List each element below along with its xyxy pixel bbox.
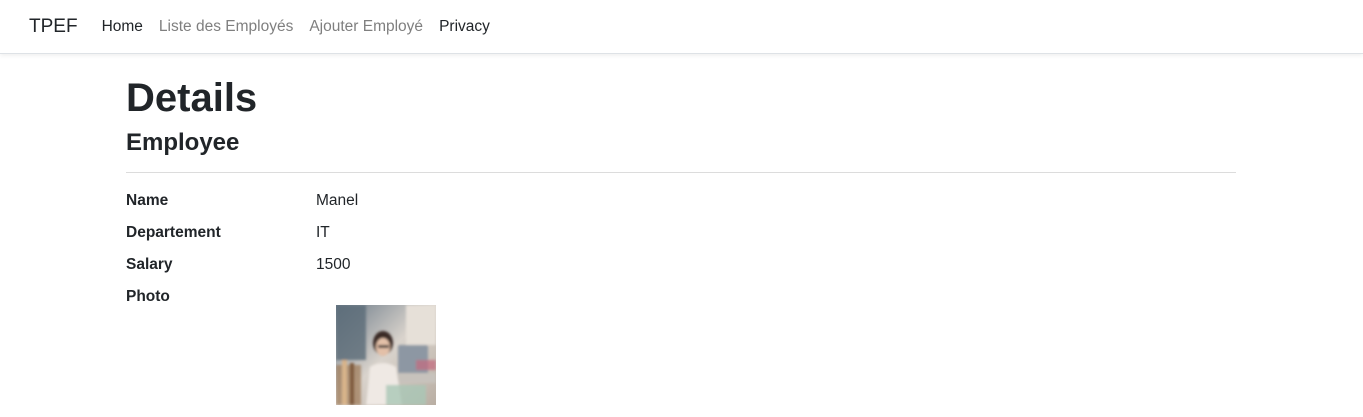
navbar-brand[interactable]: TPEF: [29, 16, 78, 38]
detail-label-departement: Departement: [126, 224, 221, 241]
detail-row-departement: Departement IT: [126, 221, 1236, 245]
detail-row-photo: Photo: [126, 285, 1236, 309]
page-title: Details: [126, 76, 258, 120]
section-title: Employee: [126, 129, 240, 156]
detail-row-salary: Salary 1500: [126, 253, 1236, 277]
detail-label-salary: Salary: [126, 256, 173, 273]
nav-link-add-employee[interactable]: Ajouter Employé: [309, 18, 423, 36]
top-navbar: TPEF Home Liste des Employés Ajouter Emp…: [0, 0, 1363, 54]
detail-row-name: Name Manel: [126, 189, 1236, 213]
nav-link-privacy[interactable]: Privacy: [439, 18, 490, 36]
detail-value-name: Manel: [316, 192, 359, 209]
nav-link-employee-list[interactable]: Liste des Employés: [159, 18, 293, 36]
employee-photo-image: [336, 305, 436, 405]
detail-label-name: Name: [126, 192, 169, 209]
nav-link-home[interactable]: Home: [102, 18, 143, 36]
detail-value-salary: 1500: [316, 256, 351, 273]
section-divider: [126, 172, 1236, 173]
employee-photo: [336, 305, 436, 405]
detail-label-photo: Photo: [126, 288, 170, 305]
detail-value-departement: IT: [316, 224, 330, 241]
